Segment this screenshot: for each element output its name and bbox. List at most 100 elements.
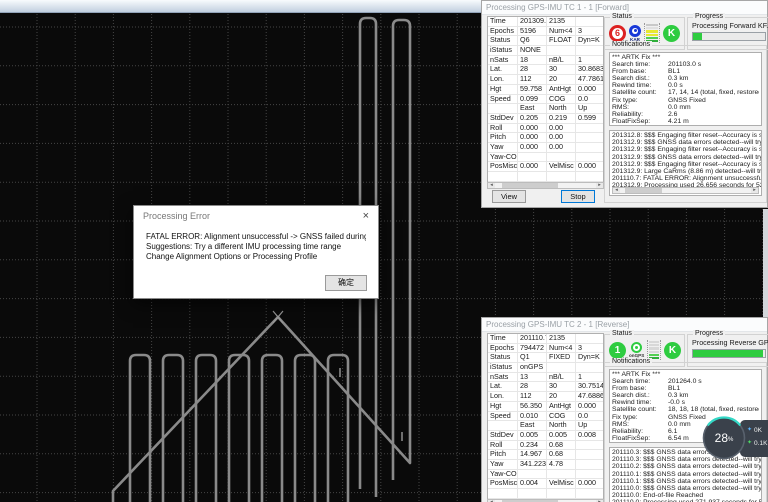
table-cell-value2: nB/L xyxy=(547,55,576,65)
table-row: Speed 0.099 COG 0.0 xyxy=(488,94,603,105)
table-cell-label xyxy=(488,489,518,498)
info-line: RMS: 0.0 mm xyxy=(612,103,691,111)
table-cell-value2: 2135 xyxy=(547,17,576,26)
table-cell-value3: 3 xyxy=(578,26,582,35)
trajectory-path xyxy=(227,353,251,502)
info-line: From base: BL1 xyxy=(612,385,681,393)
log-line: 201110.0: $$$ GNSS data errors detected-… xyxy=(612,485,761,493)
table-cell-value2 xyxy=(547,172,576,181)
scroll-left-icon[interactable]: ◂ xyxy=(488,183,495,188)
table-cell-label xyxy=(488,104,518,113)
table-cell-label: StdDev xyxy=(488,430,518,440)
status-table: Time 201110.7 2135 Epochs 794472 Num<4 3… xyxy=(487,333,604,500)
scroll-track[interactable] xyxy=(620,188,751,193)
log-line: 201110.2: $$$ GNSS data errors detected-… xyxy=(612,463,761,471)
table-cell-value2: Num<4 xyxy=(547,26,576,36)
table-cell-value3: 47.7861 xyxy=(578,75,603,84)
table-cell-value3 xyxy=(576,17,603,26)
table-row: Time 201309.4 2135 xyxy=(488,17,603,27)
progress-bar-fill xyxy=(693,33,702,40)
scroll-thumb[interactable] xyxy=(625,188,662,193)
table-cell-value2: FLOAT xyxy=(547,36,576,46)
performance-ball[interactable]: 28% xyxy=(702,416,746,460)
dialog-titlebar[interactable]: Processing Error xyxy=(134,206,378,226)
table-cell-value2: 20 xyxy=(547,392,576,401)
table-cell-label: iStatus xyxy=(488,46,518,55)
table-cell-value2: 20 xyxy=(547,75,576,84)
upload-value: 0K xyxy=(754,427,762,434)
table-cell-value3: 1 xyxy=(578,55,582,64)
table-cell-value1: 28 xyxy=(518,382,547,392)
table-cell-value2: 30 xyxy=(547,65,576,75)
processing-log-box[interactable]: 201312.8: $$$ Engaging filter reset--Acc… xyxy=(609,130,762,196)
trajectory-marker xyxy=(272,310,284,324)
table-cell-value1: 0.000 xyxy=(518,162,547,171)
gauge-bar xyxy=(649,340,659,343)
view-button[interactable]: View xyxy=(492,190,526,203)
error-message-line: FATAL ERROR: Alignment unsuccessful -> G… xyxy=(146,232,366,241)
table-cell-value2: COG xyxy=(547,94,576,104)
table-cell-value2: 2135 xyxy=(547,334,576,343)
table-cell-value2: VelMisc xyxy=(547,162,576,171)
table-cell-label: Yaw xyxy=(488,142,518,152)
table-cell-value1: 0.010 xyxy=(518,411,547,421)
table-row: Hgt 59.758 AntHgt 0.000 xyxy=(488,84,603,95)
artk-fix-info-box[interactable]: *** ARTK Fix *** Search time: 201103.0 s… xyxy=(609,52,762,126)
close-icon[interactable]: × xyxy=(363,209,369,223)
scroll-right-icon[interactable]: ▸ xyxy=(596,183,603,188)
table-cell-value3: Up xyxy=(578,104,588,113)
cpu-usage-value: 28% xyxy=(714,431,734,445)
table-cell-label: Pitch xyxy=(488,133,518,142)
table-cell-value3: Dyn=K xyxy=(578,36,600,45)
table-row: nSats 13 nB/L 1 xyxy=(488,372,603,383)
scroll-thumb[interactable] xyxy=(502,183,558,188)
error-message-line: Suggestions: Try a different IMU process… xyxy=(146,242,342,251)
log-line: 201312.9: Large CaRms (8.86 m) detected-… xyxy=(612,168,761,176)
table-cell-value1 xyxy=(518,489,547,498)
table-cell-value3 xyxy=(576,133,603,142)
stop-button[interactable]: Stop xyxy=(561,190,595,203)
table-cell-value3: Up xyxy=(578,421,588,430)
table-cell-value3 xyxy=(576,124,603,133)
table-cell-value1: 0.000 xyxy=(518,123,547,133)
info-line: Search time: 201103.0 s xyxy=(612,61,702,69)
kalman-status-icon: K xyxy=(663,24,680,42)
ok-button[interactable]: 确定 xyxy=(325,275,367,291)
kalman-status-icon: K xyxy=(664,341,681,359)
scroll-left-icon[interactable]: ◂ xyxy=(613,188,620,193)
gauge-bar xyxy=(646,23,658,26)
table-row: Status Q6 FLOAT Dyn=K xyxy=(488,36,603,47)
table-row: Lon. 112 20 47.7861 xyxy=(488,75,603,85)
scroll-right-icon[interactable]: ▸ xyxy=(751,188,758,193)
table-cell-value1: Q6 xyxy=(518,36,547,46)
trajectory-path xyxy=(293,353,317,502)
info-line: Search dist.: 0.3 km xyxy=(612,75,689,83)
table-cell-value2: 0.219 xyxy=(547,113,576,123)
progress-bar xyxy=(692,32,766,41)
info-line: Satellite count: 17, 14, 14 (total, fixe… xyxy=(612,89,759,97)
table-cell-value2 xyxy=(547,46,576,55)
table-row: Roll 0.234 0.68 xyxy=(488,440,603,451)
table-cell-label: Lon. xyxy=(488,75,518,84)
processing-error-dialog: Processing Error × FATAL ERROR: Alignmen… xyxy=(133,205,379,299)
quality-number-icon: 6 xyxy=(609,24,626,42)
table-cell-value1: 0.234 xyxy=(518,440,547,450)
table-cell-value1: 341.223 xyxy=(520,459,547,469)
plot-scrollbar-fragment[interactable] xyxy=(763,209,768,317)
log-hscrollbar[interactable]: ◂ ▸ xyxy=(612,187,759,194)
table-cell-value1: 14.967 xyxy=(518,450,547,459)
table-cell-label xyxy=(488,172,518,181)
table-row: PosMisc 0.004 VelMisc 0.000 xyxy=(488,479,603,489)
gauge-bar xyxy=(649,347,659,350)
table-cell-label: Epochs xyxy=(488,343,518,353)
table-cell-value1: 0.000 xyxy=(518,133,547,142)
info-line: Fix type: GNSS Fixed xyxy=(612,96,706,104)
table-row: nSats 18 nB/L 1 xyxy=(488,55,603,66)
table-hscrollbar[interactable]: ◂ ▸ xyxy=(487,182,604,189)
scroll-track[interactable] xyxy=(495,183,596,188)
table-row: Yaw 0.000 0.00 xyxy=(488,142,603,153)
table-cell-value2: 0.005 xyxy=(547,430,576,440)
gauge-bar xyxy=(649,350,659,353)
table-cell-value3: 0.0 xyxy=(578,411,588,420)
status-group-label: Status xyxy=(610,13,634,21)
